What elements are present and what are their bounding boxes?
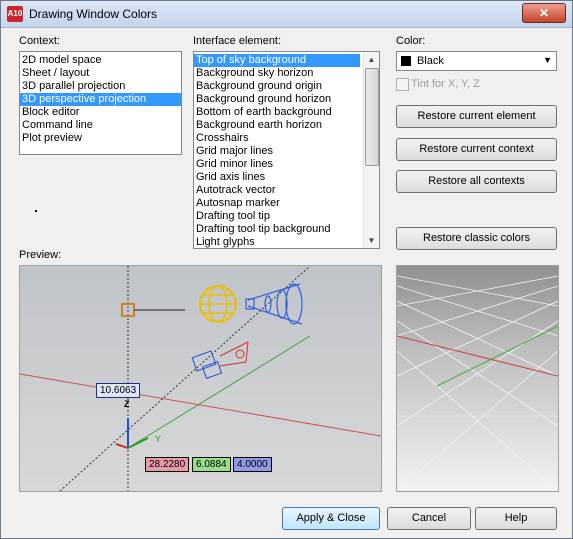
- interface-element-item[interactable]: Crosshairs: [194, 132, 360, 145]
- restore-all-contexts-button[interactable]: Restore all contexts: [396, 170, 557, 193]
- color-label: Color:: [396, 35, 426, 47]
- interface-element-item[interactable]: Grid major lines: [194, 145, 360, 158]
- context-item[interactable]: Block editor: [20, 106, 181, 119]
- apply-close-button[interactable]: Apply & Close: [282, 507, 380, 530]
- dimension-tooltip: 10.6063: [96, 383, 141, 398]
- scroll-up-arrow-icon[interactable]: ▲: [364, 52, 379, 67]
- close-button[interactable]: ✕: [522, 3, 566, 23]
- interface-element-item[interactable]: Top of sky background: [194, 54, 360, 67]
- y-axis-label: Y: [155, 434, 162, 444]
- interface-element-item[interactable]: Grid axis lines: [194, 171, 360, 184]
- interface-element-list-items: Top of sky background Background sky hori…: [194, 52, 360, 248]
- interface-element-item[interactable]: Background earth horizon: [194, 119, 360, 132]
- context-item[interactable]: Plot preview: [20, 132, 181, 145]
- stray-dot: [35, 210, 37, 212]
- context-item[interactable]: 3D perspective projection: [20, 93, 181, 106]
- drawing-window-colors-dialog: A10 Drawing Window Colors ✕ Context: 2D …: [0, 0, 573, 539]
- restore-classic-colors-button[interactable]: Restore classic colors: [396, 227, 557, 250]
- interface-element-item[interactable]: Autosnap marker: [194, 197, 360, 210]
- interface-element-item[interactable]: Light glyphs: [194, 236, 360, 248]
- context-label: Context:: [19, 35, 60, 47]
- title-bar: A10 Drawing Window Colors ✕: [1, 1, 572, 28]
- context-list-items: 2D model space Sheet / layout 3D parallel …: [20, 52, 181, 145]
- z-axis-label: Z: [124, 399, 130, 409]
- scroll-thumb[interactable]: [365, 68, 379, 166]
- interface-element-item[interactable]: Bottom of earth background: [194, 106, 360, 119]
- help-button[interactable]: Help: [475, 507, 557, 530]
- interface-element-item[interactable]: Background ground origin: [194, 80, 360, 93]
- dropdown-arrow-icon: ▼: [543, 55, 552, 65]
- preview-viewport: 10.6063 Z Y 28.2280 6.0884 4.0000: [19, 265, 382, 492]
- cancel-button[interactable]: Cancel: [387, 507, 471, 530]
- context-listbox[interactable]: 2D model space Sheet / layout 3D parallel …: [19, 51, 182, 155]
- coord-y-box: 6.0884: [192, 457, 231, 472]
- interface-element-item[interactable]: Background ground horizon: [194, 93, 360, 106]
- interface-element-label: Interface element:: [193, 35, 282, 47]
- context-item[interactable]: 3D parallel projection: [20, 80, 181, 93]
- interface-element-item[interactable]: Autotrack vector: [194, 184, 360, 197]
- dialog-title: Drawing Window Colors: [29, 7, 158, 21]
- color-dropdown[interactable]: Black ▼: [396, 51, 557, 71]
- context-item[interactable]: 2D model space: [20, 54, 181, 67]
- restore-current-element-button[interactable]: Restore current element: [396, 105, 557, 128]
- interface-element-item[interactable]: Background sky horizon: [194, 67, 360, 80]
- preview-label: Preview:: [19, 249, 62, 261]
- interface-element-scrollbar[interactable]: ▲ ▼: [363, 52, 379, 248]
- coord-x-box: 28.2280: [145, 457, 190, 472]
- restore-current-context-button[interactable]: Restore current context: [396, 138, 557, 161]
- autocad-app-icon: A10: [7, 6, 23, 22]
- tint-label: Tint for X, Y, Z: [411, 78, 480, 90]
- color-dropdown-value: Black: [417, 55, 444, 67]
- interface-element-listbox[interactable]: Top of sky background Background sky hori…: [193, 51, 380, 249]
- tint-checkbox[interactable]: [396, 78, 409, 91]
- grid-scene: [397, 266, 558, 491]
- coord-z-box: 4.0000: [233, 457, 272, 472]
- interface-element-item[interactable]: Grid minor lines: [194, 158, 360, 171]
- perspective-grid-preview: [396, 265, 559, 492]
- interface-element-item[interactable]: Drafting tool tip background: [194, 223, 360, 236]
- interface-element-item[interactable]: Drafting tool tip: [194, 210, 360, 223]
- context-item[interactable]: Command line: [20, 119, 181, 132]
- color-swatch: [401, 56, 411, 66]
- scroll-down-arrow-icon[interactable]: ▼: [364, 233, 379, 248]
- context-item[interactable]: Sheet / layout: [20, 67, 181, 80]
